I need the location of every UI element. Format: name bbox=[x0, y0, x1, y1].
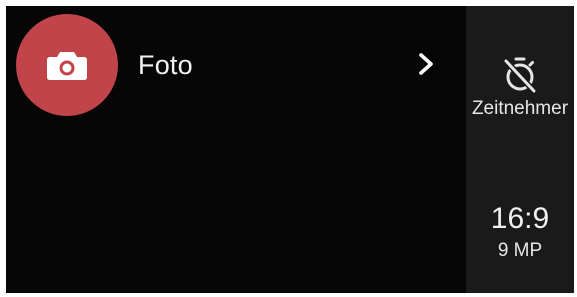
camera-icon bbox=[47, 52, 87, 80]
aspect-ratio-value: 16:9 bbox=[490, 202, 550, 235]
megapixels-label: 9 MP bbox=[497, 240, 543, 261]
side-panel: Zeitnehmer 16:9 9 MP bbox=[466, 6, 574, 293]
mode-selector-row[interactable]: Foto bbox=[6, 6, 466, 126]
mode-label: Foto bbox=[138, 50, 193, 80]
timer-button[interactable]: Zeitnehmer bbox=[466, 50, 574, 150]
camera-settings-frame: Foto Zeitnehmer 16:9 9 MP bbox=[6, 6, 574, 293]
timer-off-icon bbox=[503, 57, 537, 94]
timer-label: Zeitnehmer bbox=[471, 98, 569, 119]
mode-panel: Foto bbox=[6, 6, 466, 293]
mode-icon-circle bbox=[16, 14, 118, 116]
chevron-right-icon[interactable] bbox=[414, 52, 438, 76]
aspect-ratio-button[interactable]: 16:9 9 MP bbox=[466, 202, 574, 282]
